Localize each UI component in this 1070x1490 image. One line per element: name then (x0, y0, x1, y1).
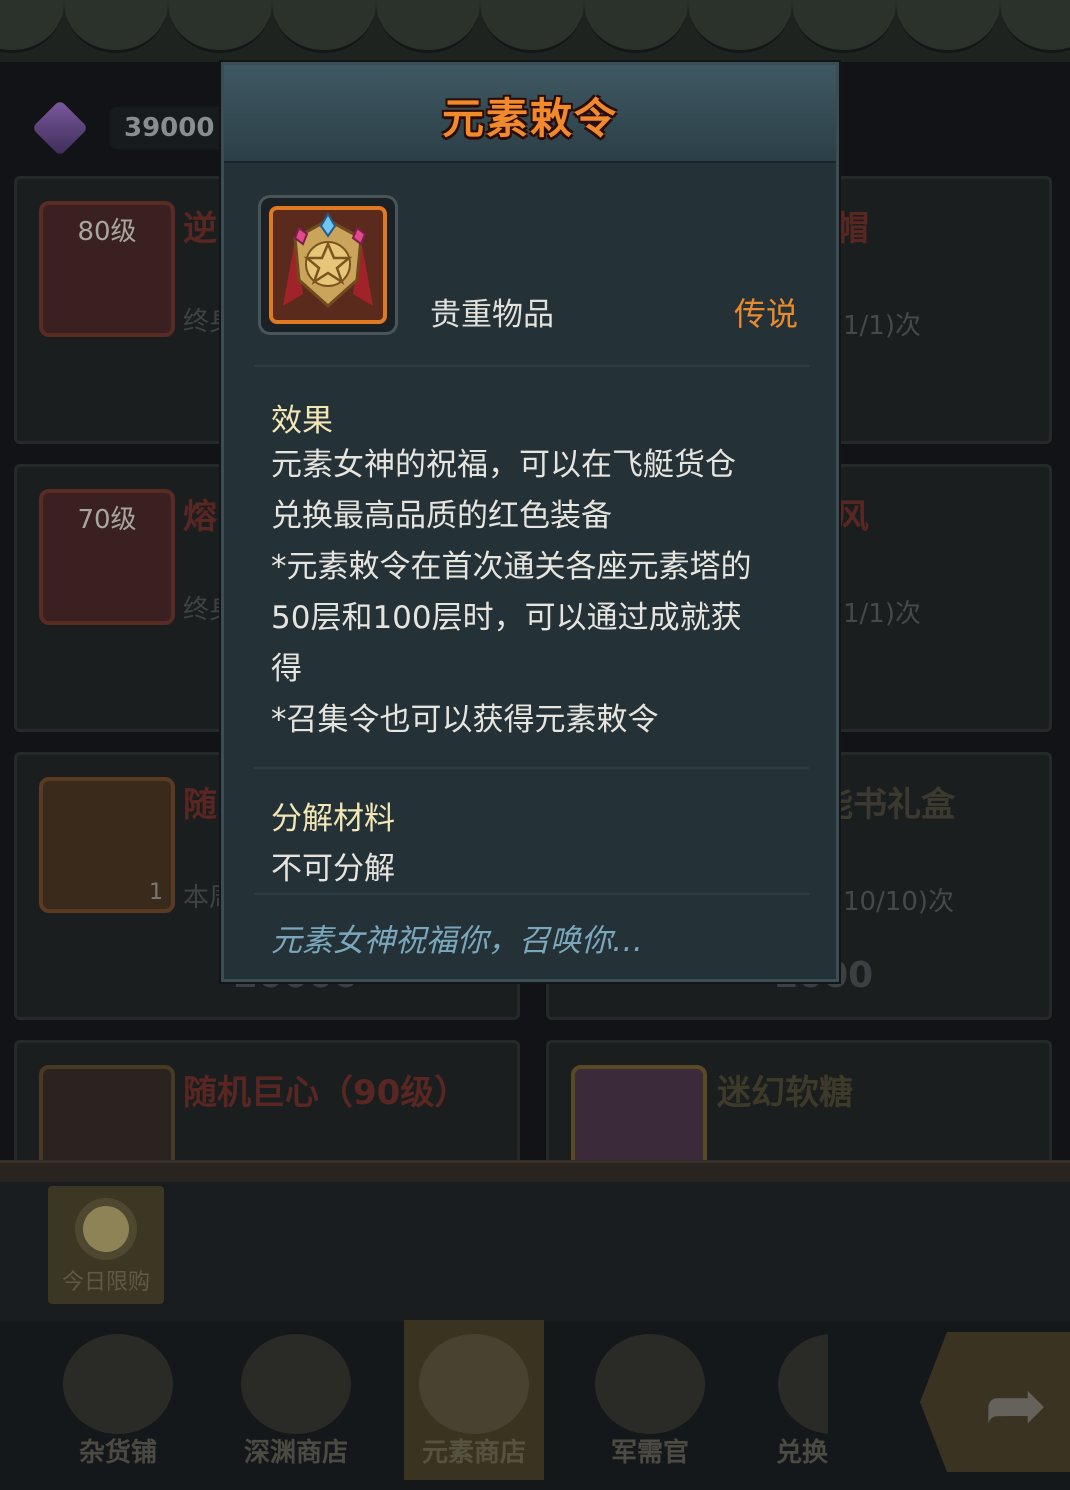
decompose-heading: 分解材料 (271, 801, 395, 837)
divider (254, 365, 809, 367)
item-count: 1 (149, 880, 163, 905)
effect-line: 得 (271, 651, 302, 687)
tab-label: 元素商店 (421, 1438, 526, 1468)
item-rarity-label: 传说 (734, 295, 799, 333)
sun-icon (83, 1206, 129, 1252)
tab-abyss-shop[interactable]: 深渊商店 (226, 1320, 366, 1480)
effect-line: *元素敕令在首次通关各座元素塔的 (271, 549, 752, 585)
item-icon-frame (258, 195, 398, 335)
tab-label: 军需官 (610, 1438, 689, 1468)
purchase-limit: 1/1)次 (843, 599, 921, 629)
crates-icon (241, 1334, 351, 1434)
purchase-limit: 10/10)次 (843, 887, 955, 917)
tab-quartermaster[interactable]: 军需官 (580, 1320, 720, 1480)
item-title: 风 (835, 497, 869, 537)
crystal-gem-icon (31, 99, 89, 157)
item-icon: 80级 (39, 201, 175, 337)
effect-line: 兑换最高品质的红色装备 (271, 498, 612, 534)
effect-description: 元素女神的祝福，可以在飞艇货仓 兑换最高品质的红色装备 *元素敕令在首次通关各座… (271, 440, 819, 746)
level-badge: 70级 (77, 505, 137, 535)
effect-line: 50层和100层时，可以通过成就获 (271, 600, 742, 636)
exchange-icon (778, 1334, 828, 1434)
item-icon: 1 (39, 777, 175, 913)
tab-label: 兑换 (776, 1438, 828, 1468)
effect-line: 元素女神的祝福，可以在飞艇货仓 (271, 447, 736, 483)
item-type-label: 贵重物品 (430, 297, 554, 333)
today-limit-label: 今日限购 (61, 1270, 150, 1295)
item-title: 迷幻软糖 (717, 1073, 853, 1113)
helmet-icon (595, 1334, 705, 1434)
item-title: 帽 (835, 209, 869, 249)
flavor-text: 元素女神祝福你，召唤你… (271, 923, 643, 959)
coins-icon (63, 1334, 173, 1434)
tab-exchange[interactable]: 兑换 (758, 1320, 828, 1480)
item-title: 随 (183, 785, 217, 825)
element-star-icon (419, 1334, 529, 1434)
tab-label: 杂货铺 (78, 1438, 157, 1468)
divider (254, 767, 809, 769)
item-title: 随机巨心（90级） (183, 1073, 469, 1113)
item-title: 熔 (183, 497, 217, 537)
tab-grocery[interactable]: 杂货铺 (48, 1320, 188, 1480)
popup-title: 元素敕令 (441, 94, 618, 143)
level-badge: 80级 (77, 217, 137, 247)
next-page-button[interactable]: ➦ (920, 1332, 1070, 1472)
currency-amount: 39000 (110, 107, 229, 149)
decompose-value: 不可分解 (271, 851, 395, 887)
tab-label: 深渊商店 (243, 1438, 348, 1468)
item-title: 逆 (183, 209, 217, 249)
effect-line: *召集令也可以获得元素敕令 (271, 702, 659, 738)
today-limit-button[interactable]: 今日限购 (48, 1186, 164, 1304)
shop-awning (0, 0, 1070, 62)
effect-heading: 效果 (271, 403, 333, 439)
item-detail-popup: 元素敕令 贵重物品 传说 效果 元素女神的祝福，可以在飞艇货仓 兑换最高品质的红… (221, 62, 839, 982)
tab-element-shop[interactable]: 元素商店 (404, 1320, 544, 1480)
arrow-forward-icon: ➦ (984, 1360, 1048, 1449)
purchase-limit: 1/1)次 (843, 311, 921, 341)
currency-display: 39000 (31, 99, 229, 157)
element-decree-emblem-icon (269, 206, 387, 324)
popup-header: 元素敕令 (224, 65, 836, 163)
item-icon: 70级 (39, 489, 175, 625)
divider (254, 893, 809, 895)
